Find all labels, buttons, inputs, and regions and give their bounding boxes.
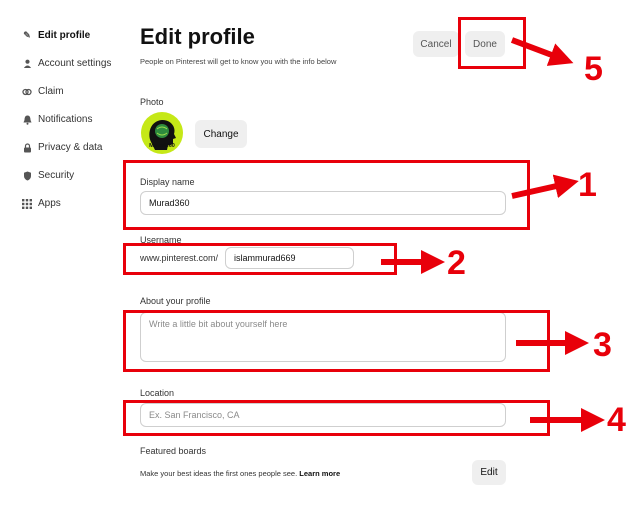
annotation-number-2: 2 bbox=[447, 244, 466, 282]
annotation-number-1: 1 bbox=[578, 166, 597, 204]
annotation-number-3: 3 bbox=[593, 326, 612, 364]
arrow-5 bbox=[510, 37, 574, 66]
arrow-1 bbox=[511, 174, 579, 199]
annotation-number-5: 5 bbox=[584, 50, 603, 88]
annotation-number-4: 4 bbox=[607, 401, 626, 439]
annotation-arrows bbox=[381, 37, 605, 432]
